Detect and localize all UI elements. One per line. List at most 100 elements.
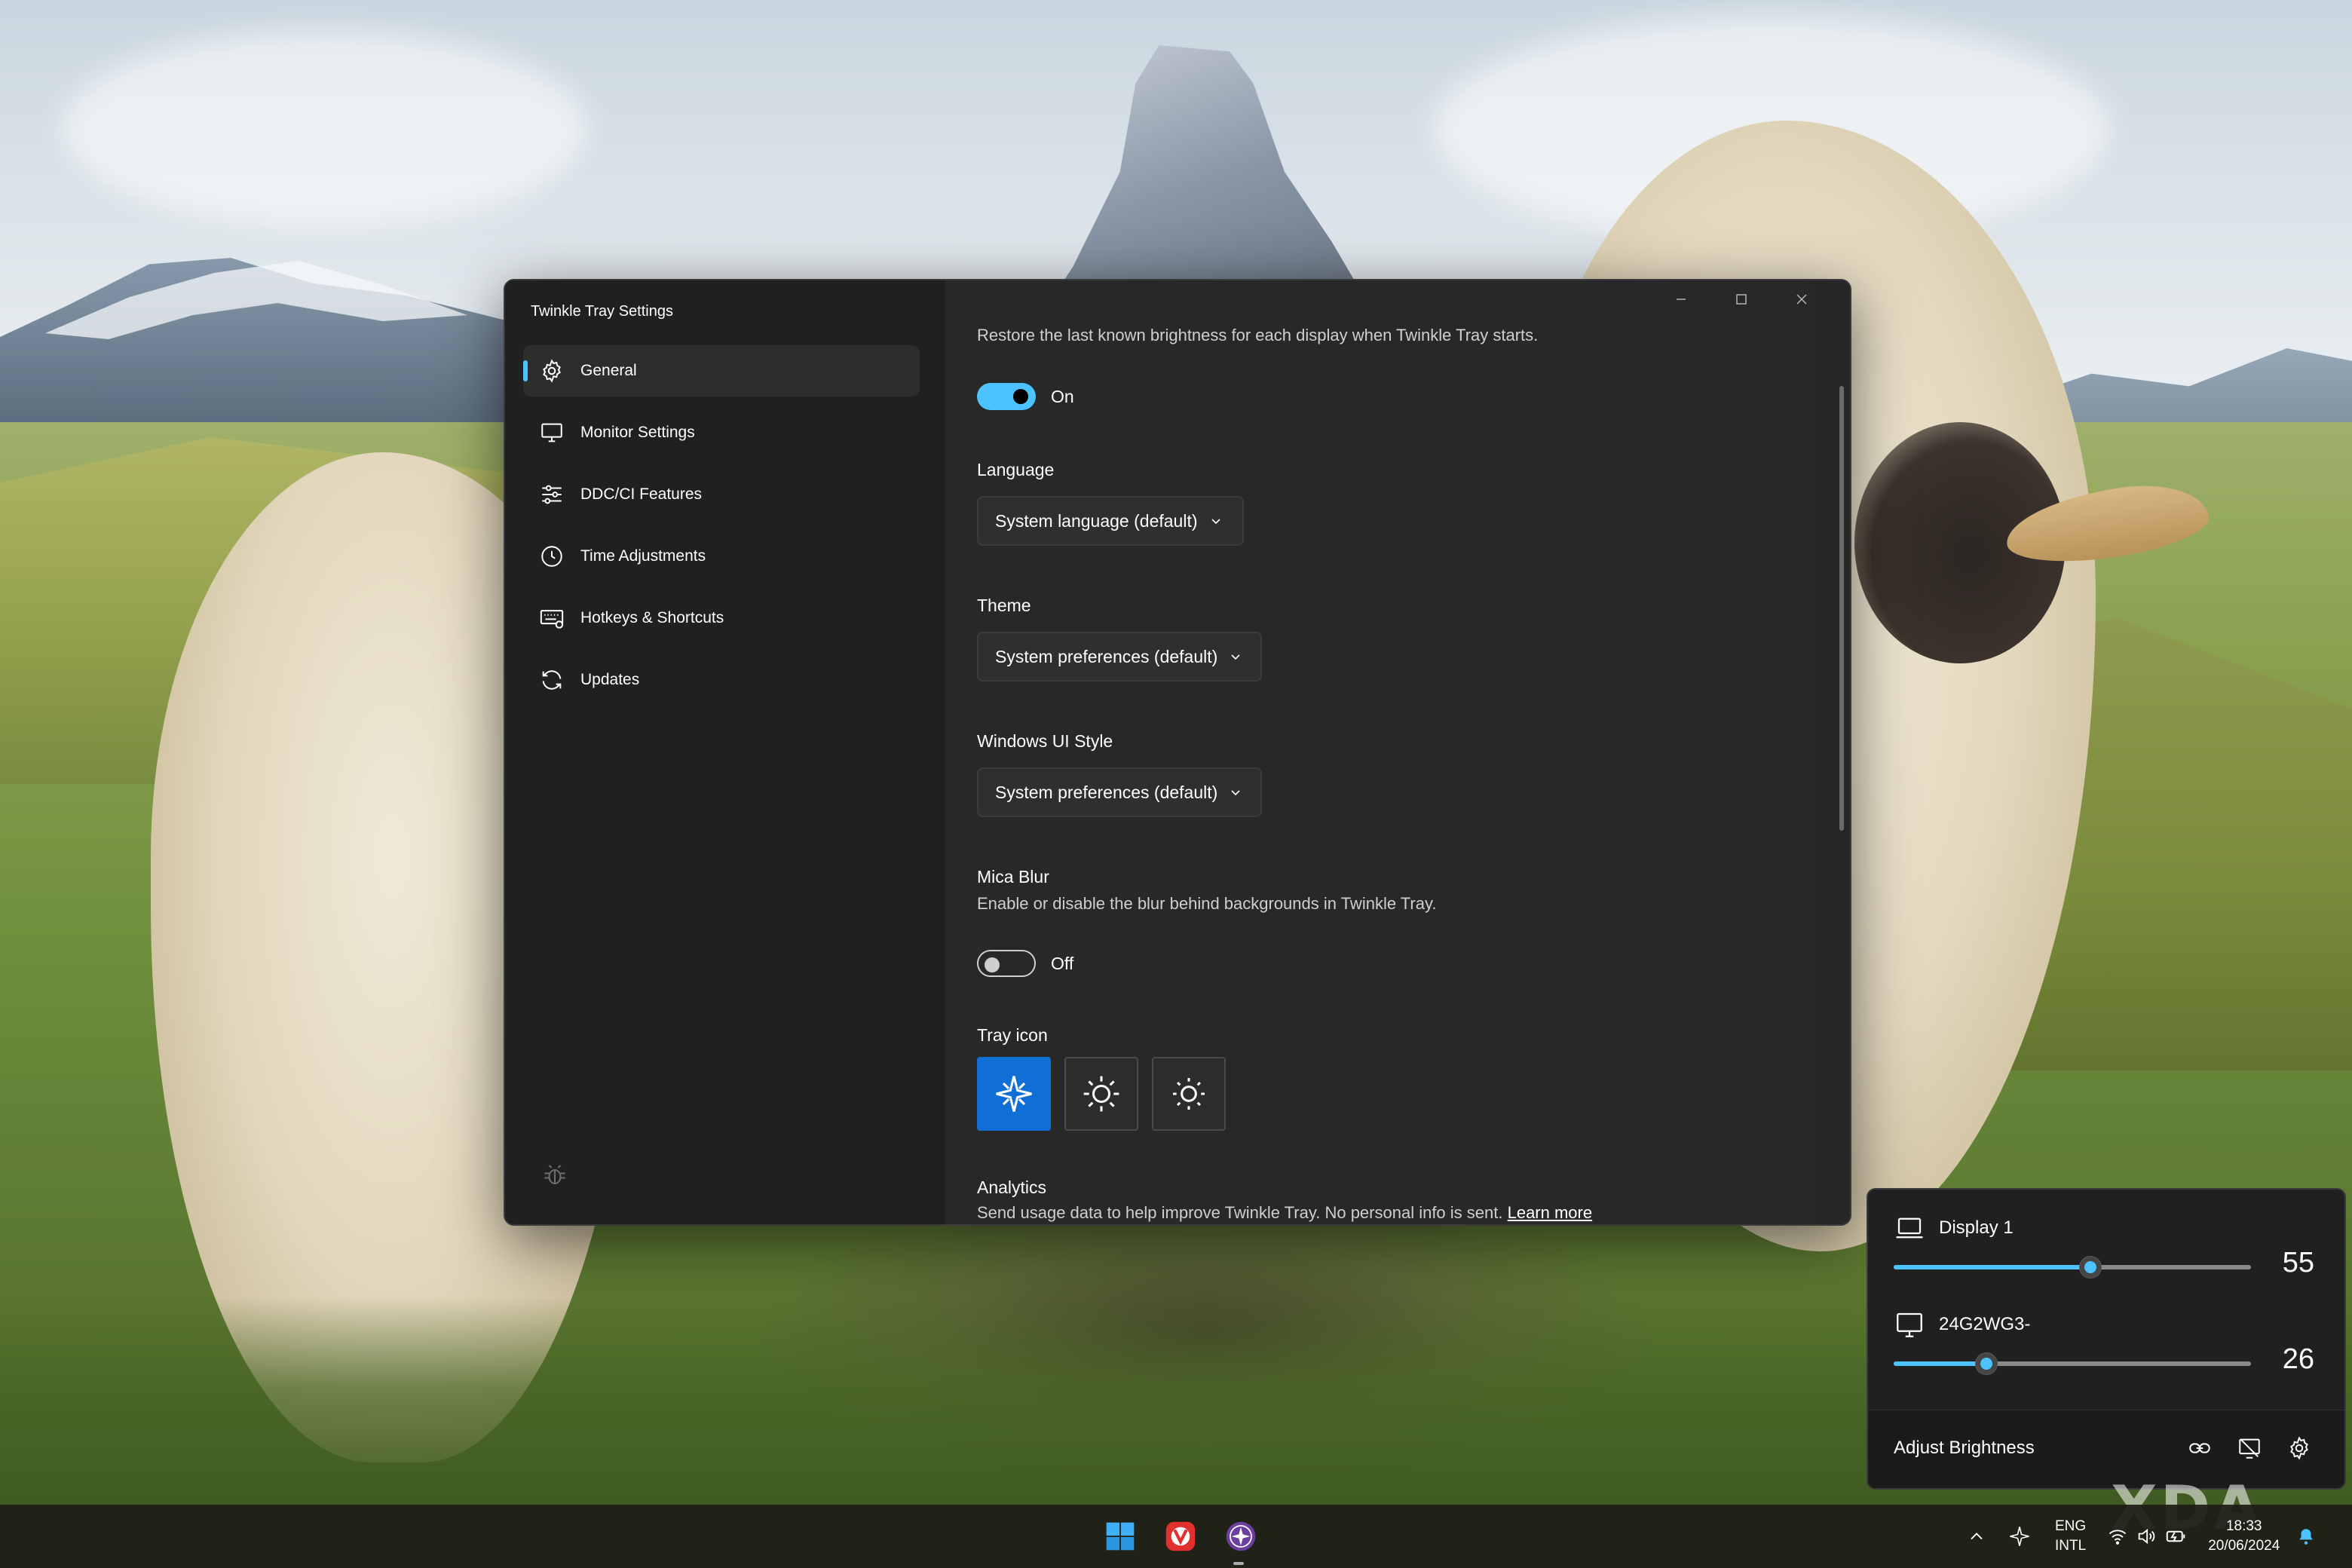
chevron-up-icon[interactable] [1966,1526,1987,1547]
quick-settings-button[interactable] [2107,1525,2187,1548]
volume-icon [2138,1528,2155,1545]
link-button[interactable] [2183,1432,2216,1465]
sidebar-item-hotkeys-shortcuts[interactable]: Hotkeys & Shortcuts [523,593,920,644]
turn-off-displays-button[interactable] [2233,1432,2266,1465]
sidebar-item-monitor-settings[interactable]: Monitor Settings [523,407,920,458]
monitor-row-display-1: Display 1 [1894,1212,2014,1244]
close-button[interactable] [1772,280,1832,318]
window-title: Twinkle Tray Settings [531,303,673,320]
sidebar-nav: General Monitor Settings DDC/CI Features… [523,345,920,716]
monitor-icon [1897,1312,1922,1337]
twinkle-tray-tray-icon[interactable] [2008,1525,2031,1548]
twinkle-tray-taskbar-button[interactable] [1223,1518,1259,1554]
slider-fill [1894,1361,1987,1366]
chevron-down-icon [1231,790,1240,796]
analytics-description: Send usage data to help improve Twinkle … [977,1203,1503,1222]
input-language-indicator[interactable]: ENG INTL [2055,1517,2086,1556]
theme-title: Theme [977,596,1031,615]
language-code: ENG [2055,1518,2087,1534]
monitor-name: 24G2WG3- [1939,1314,2031,1334]
sidebar-item-label: Hotkeys & Shortcuts [580,609,724,626]
scrollbar[interactable] [1839,386,1844,831]
toggle-knob [985,957,1000,972]
brightness-value: 26 [2282,1343,2314,1375]
twinkle-tray-icon [1226,1521,1256,1551]
theme-dropdown-value: System preferences (default) [995,646,1218,666]
windows-ui-style-dropdown[interactable]: System preferences (default) [977,767,1262,817]
settings-content: Restore the last known brightness for ea… [945,280,1850,1224]
minimize-icon [1677,299,1686,300]
brightness-value: 55 [2282,1247,2314,1279]
chevron-down-icon [1211,519,1220,525]
sidebar-item-updates[interactable]: Updates [523,654,920,706]
mica-blur-title: Mica Blur [977,867,1049,887]
tray-icon-option-sun[interactable] [1152,1057,1226,1131]
analytics-description-row: Send usage data to help improve Twinkle … [977,1203,1592,1223]
sliders-icon [538,481,565,508]
running-indicator [1233,1562,1244,1565]
mica-blur-toggle-row: Off [977,950,1073,977]
settings-panel: Restore the last known brightness for ea… [945,280,1812,1224]
tray-icon-options [977,1057,1226,1131]
windows-ui-style-title: Windows UI Style [977,731,1113,751]
brightness-slider-display-1[interactable] [1894,1257,2251,1278]
clock[interactable]: 18:33 20/06/2024 [2208,1517,2280,1556]
learn-more-link[interactable]: Learn more [1508,1203,1593,1222]
wifi-icon [2109,1530,2127,1545]
sidebar: Twinkle Tray Settings General Monitor Se… [505,280,945,1224]
chevron-down-icon [1231,654,1240,660]
vivaldi-taskbar-button[interactable] [1162,1518,1199,1554]
sun-icon [1173,1078,1205,1110]
mica-blur-toggle[interactable] [977,950,1036,977]
system-tray: ENG INTL 18:33 20/06/2024 [1966,1505,2316,1568]
bug-icon[interactable] [541,1161,568,1188]
display-off-icon [2239,1438,2260,1459]
flyout-footer: Adjust Brightness [1868,1410,2344,1488]
flyout-title: Adjust Brightness [1894,1438,2035,1458]
monitor-name: Display 1 [1939,1217,2014,1238]
vivaldi-icon [1165,1521,1196,1551]
laptop-icon [1896,1217,1923,1239]
sidebar-item-general[interactable]: General [523,345,920,397]
sidebar-item-time-adjustments[interactable]: Time Adjustments [523,531,920,582]
restore-brightness-toggle-row: On [977,383,1074,410]
tray-icon-option-sun-outline[interactable] [1064,1057,1138,1131]
language-dropdown[interactable]: System language (default) [977,496,1244,546]
settings-button[interactable] [2283,1432,2316,1465]
brightness-slider-24g2wg3[interactable] [1894,1353,2251,1374]
taskbar: ENG INTL 18:33 20/06/2024 [0,1505,2352,1568]
clock-date: 20/06/2024 [2208,1538,2280,1554]
tray-icon-option-sparkle[interactable] [977,1057,1051,1131]
gear-icon [2290,1436,2308,1460]
close-icon [1796,294,1807,305]
slider-fill [1894,1265,2090,1269]
link-icon [2189,1443,2210,1453]
sidebar-item-label: DDC/CI Features [580,485,703,503]
battery-icon [2166,1530,2185,1542]
brightness-flyout: Display 1 55 24G2WG3- 26 Adjust Brightne… [1867,1188,2346,1490]
language-title: Language [977,460,1055,479]
start-button[interactable] [1102,1518,1138,1554]
restore-brightness-description: Restore the last known brightness for ea… [977,326,1539,345]
mica-blur-toggle-label: Off [1051,953,1074,973]
clock-icon [538,543,565,570]
minimize-button[interactable] [1651,280,1711,318]
monitor-icon [538,419,565,446]
sidebar-item-label: Monitor Settings [580,424,695,441]
slider-thumb[interactable] [1976,1353,1998,1374]
maximize-icon [1736,294,1747,305]
slider-thumb[interactable] [2079,1257,2101,1278]
restore-brightness-toggle[interactable] [977,383,1036,410]
monitor-row-24g2wg3: 24G2WG3- [1894,1309,2030,1340]
maximize-button[interactable] [1711,280,1772,318]
windows-start-icon [1106,1522,1135,1551]
keyboard-icon [538,605,565,632]
analytics-title: Analytics [977,1178,1047,1197]
clock-time: 18:33 [2225,1518,2262,1534]
sidebar-item-ddc-ci-features[interactable]: DDC/CI Features [523,469,920,520]
sidebar-item-label: Updates [580,671,640,688]
sparkle-icon [996,1076,1032,1112]
sidebar-item-label: General [580,362,637,379]
notification-bell-icon[interactable] [2296,1527,2316,1546]
theme-dropdown[interactable]: System preferences (default) [977,632,1262,681]
